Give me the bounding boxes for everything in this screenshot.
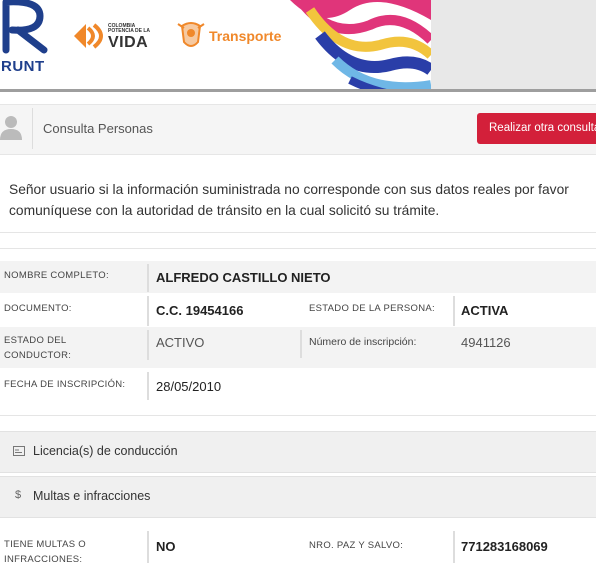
section-licencias-label: Licencia(s) de conducción xyxy=(33,444,178,458)
field-divider xyxy=(147,531,149,563)
transport-logo-text: Transporte xyxy=(209,28,282,44)
colombia-logo-small-text: COLOMBIA POTENCIA DE LA xyxy=(108,23,151,34)
field-divider xyxy=(147,372,149,400)
field-divider xyxy=(453,296,455,326)
colombia-logo-icon xyxy=(74,23,103,49)
info-notice: Señor usuario si la información suminist… xyxy=(9,182,569,218)
divider xyxy=(0,232,596,233)
field-divider xyxy=(453,531,455,563)
section-multas-label: Multas e infracciones xyxy=(33,489,151,503)
estado-persona-label: ESTADO DE LA PERSONA: xyxy=(309,303,435,314)
numero-inscripcion-value: 4941126 xyxy=(461,335,511,350)
user-icon xyxy=(0,116,22,140)
dollar-icon: $ xyxy=(15,489,22,501)
fecha-inscripcion-label: FECHA DE INSCRIPCIÓN: xyxy=(4,379,126,390)
documento-label: DOCUMENTO: xyxy=(4,303,72,314)
new-query-button[interactable]: Realizar otra consulta xyxy=(477,113,596,144)
page-title: Consulta Personas xyxy=(43,121,153,136)
divider xyxy=(0,248,596,249)
numero-inscripcion-label: Número de inscripción: xyxy=(309,336,417,348)
documento-value: C.C. 19454166 xyxy=(156,303,244,318)
paz-salvo-label: NRO. PAZ Y SALVO: xyxy=(309,540,404,551)
header-filler xyxy=(431,0,596,91)
divider xyxy=(0,415,596,416)
runt-logo-mark xyxy=(2,0,48,54)
colombia-logo-vida: VIDA xyxy=(108,34,149,51)
coat-of-arms-icon xyxy=(177,22,205,47)
consulta-divider xyxy=(32,108,33,149)
field-divider xyxy=(147,296,149,326)
estado-conductor-label: ESTADO DEL CONDUCTOR: xyxy=(4,335,72,361)
field-divider xyxy=(147,264,149,292)
runt-logo-text: RUNT xyxy=(1,58,45,75)
field-divider xyxy=(300,330,302,358)
paz-salvo-value: 771283168069 xyxy=(461,539,548,554)
header-divider xyxy=(0,89,596,92)
nombre-value: ALFREDO CASTILLO NIETO xyxy=(156,270,331,285)
fecha-inscripcion-value: 28/05/2010 xyxy=(156,379,222,394)
estado-conductor-value: ACTIVO xyxy=(156,335,205,350)
license-card-icon xyxy=(13,446,25,456)
nombre-label: NOMBRE COMPLETO: xyxy=(4,270,109,281)
field-divider xyxy=(147,330,149,360)
decorative-banner xyxy=(290,0,431,90)
estado-persona-value: ACTIVA xyxy=(461,303,509,318)
tiene-multas-value: NO xyxy=(156,539,176,554)
